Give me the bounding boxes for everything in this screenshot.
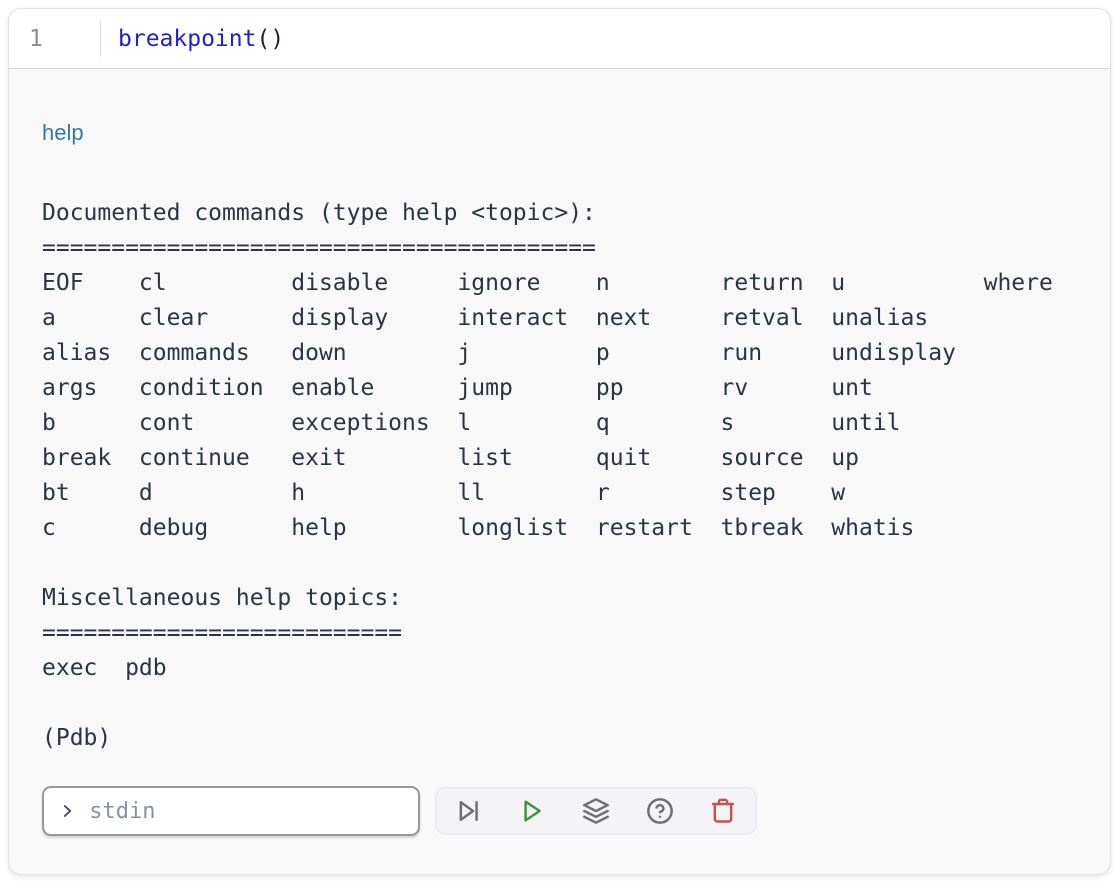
code-runner-card: 1 breakpoint() help Documented commands … [8, 8, 1111, 875]
code-editor[interactable]: 1 breakpoint() [9, 9, 1110, 69]
command-echo: help [42, 119, 1080, 147]
controls-row [42, 786, 1080, 836]
help-circle-icon [646, 797, 674, 825]
stdin-input[interactable] [87, 798, 404, 825]
code-token-parens: () [256, 26, 284, 52]
debug-toolbar [435, 787, 757, 835]
layers-icon [582, 797, 610, 825]
console-output-panel: help Documented commands (type help <top… [9, 69, 1110, 836]
code-line[interactable]: breakpoint() [101, 9, 1110, 68]
code-token-function: breakpoint [118, 26, 256, 52]
chevron-right-icon [58, 801, 76, 821]
step-button[interactable] [437, 789, 501, 833]
line-number: 1 [29, 26, 43, 52]
clear-button[interactable] [691, 789, 755, 833]
console-text: Documented commands (type help <topic>):… [42, 196, 1080, 756]
help-button[interactable] [628, 789, 692, 833]
stdin-input-box[interactable] [42, 786, 420, 836]
run-button[interactable] [501, 789, 565, 833]
line-number-gutter: 1 [9, 20, 101, 57]
trash-icon [709, 797, 737, 825]
play-icon [518, 797, 546, 825]
stack-button[interactable] [564, 789, 628, 833]
skip-forward-icon [455, 797, 483, 825]
